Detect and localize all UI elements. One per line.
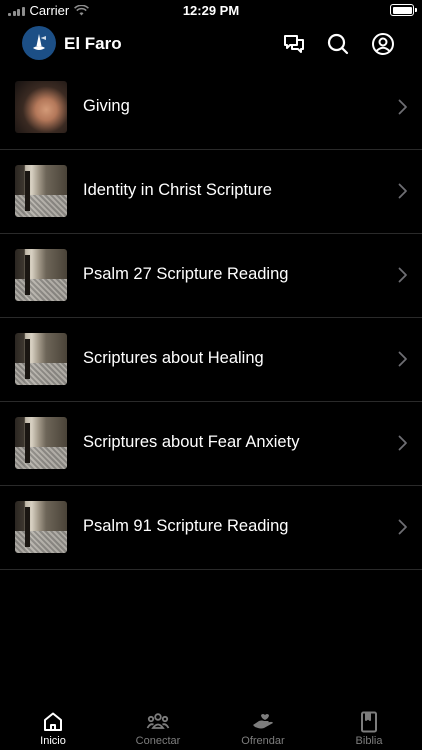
app-header: El Faro xyxy=(0,24,422,64)
lighthouse-icon xyxy=(33,34,46,50)
item-thumbnail xyxy=(15,333,67,385)
profile-icon[interactable] xyxy=(371,32,395,56)
tab-bar: Inicio Conectar Ofrendar Biblia xyxy=(0,702,422,750)
chevron-right-icon xyxy=(398,267,407,283)
list-item[interactable]: Psalm 27 Scripture Reading xyxy=(0,234,422,318)
chevron-right-icon xyxy=(398,351,407,367)
chevron-right-icon xyxy=(398,435,407,451)
tab-conectar[interactable]: Conectar xyxy=(113,702,203,750)
tab-label: Conectar xyxy=(135,735,181,747)
chevron-right-icon xyxy=(398,99,407,115)
list-item-giving[interactable]: Giving xyxy=(0,66,422,150)
status-time: 12:29 PM xyxy=(182,3,240,18)
tab-inicio[interactable]: Inicio xyxy=(8,702,98,750)
home-icon xyxy=(44,712,62,731)
app-title: El Faro xyxy=(64,34,122,53)
item-label: Identity in Christ Scripture xyxy=(83,181,272,199)
list-item[interactable]: Scriptures about Healing xyxy=(0,318,422,402)
tab-label: Ofrendar xyxy=(241,735,285,747)
item-thumbnail xyxy=(15,501,67,553)
chevron-right-icon xyxy=(398,519,407,535)
item-label: Scriptures about Healing xyxy=(83,349,264,367)
search-icon[interactable] xyxy=(326,32,350,56)
item-label: Giving xyxy=(83,97,130,115)
chat-icon[interactable] xyxy=(282,32,306,56)
giving-hand-icon xyxy=(253,714,273,729)
app-logo[interactable] xyxy=(22,26,56,60)
item-thumbnail xyxy=(15,249,67,301)
people-icon xyxy=(146,713,170,729)
item-thumbnail xyxy=(15,165,67,217)
content-list: Giving Identity in Christ Scripture Psal… xyxy=(0,66,422,570)
battery-icon xyxy=(390,4,417,16)
list-item[interactable]: Psalm 91 Scripture Reading xyxy=(0,486,422,570)
status-bar: Carrier 12:29 PM xyxy=(0,0,422,22)
tab-ofrendar[interactable]: Ofrendar xyxy=(218,702,308,750)
tab-label: Biblia xyxy=(355,735,383,747)
list-item[interactable]: Scriptures about Fear Anxiety xyxy=(0,402,422,486)
item-label: Scriptures about Fear Anxiety xyxy=(83,433,300,451)
item-thumbnail xyxy=(15,417,67,469)
tab-label: Inicio xyxy=(40,735,66,747)
item-label: Psalm 27 Scripture Reading xyxy=(83,265,289,283)
item-label: Psalm 91 Scripture Reading xyxy=(83,517,289,535)
list-item[interactable]: Identity in Christ Scripture xyxy=(0,150,422,234)
book-icon xyxy=(361,711,377,733)
tab-biblia[interactable]: Biblia xyxy=(324,702,414,750)
chevron-right-icon xyxy=(398,183,407,199)
item-thumbnail xyxy=(15,81,67,133)
